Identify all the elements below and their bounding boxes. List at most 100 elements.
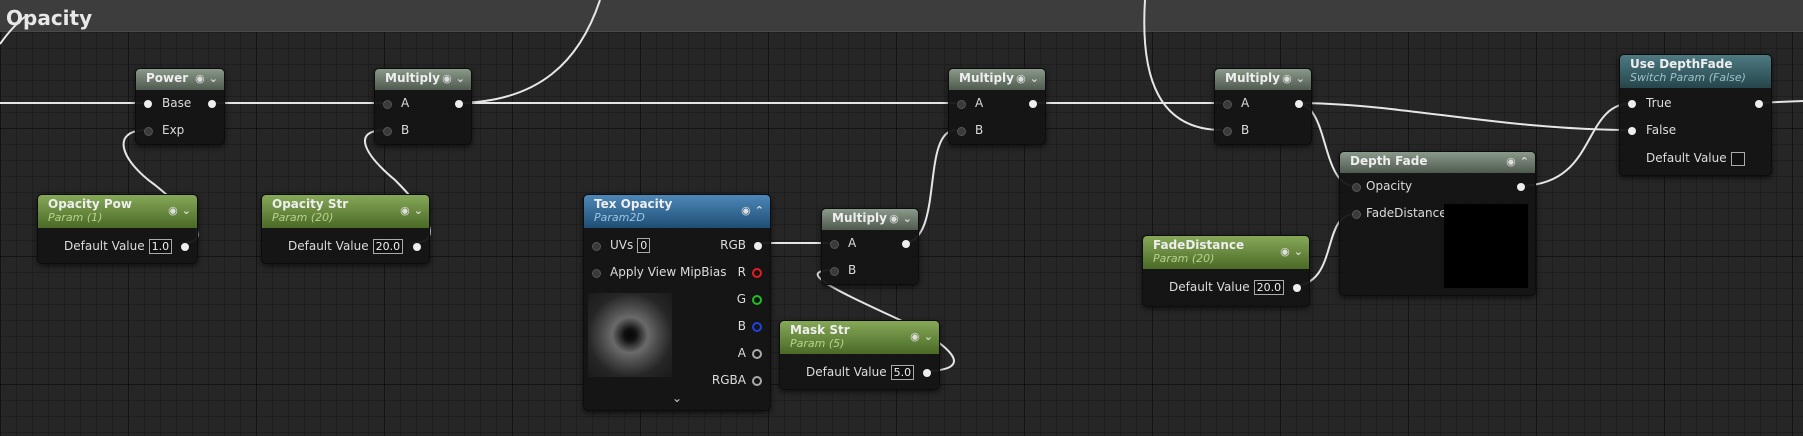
input-pin-b[interactable]: [383, 127, 392, 136]
output-pin[interactable]: [902, 240, 910, 248]
node-title: Multiply: [1225, 71, 1280, 85]
output-pin[interactable]: [1295, 100, 1303, 108]
preview-icon[interactable]: ◉: [1282, 72, 1292, 85]
output-pin-g[interactable]: [752, 295, 762, 305]
input-pin-mipbias[interactable]: [592, 269, 601, 278]
default-value-field[interactable]: 20.0: [372, 239, 404, 254]
output-pin-a[interactable]: [752, 349, 762, 359]
chevron-up-icon[interactable]: ⌃: [1520, 155, 1529, 168]
input-pin-b[interactable]: [957, 127, 966, 136]
expand-chevron-icon[interactable]: ⌄: [672, 391, 682, 405]
input-pin-uvs[interactable]: [592, 242, 601, 251]
default-value-field[interactable]: 1.0: [148, 239, 173, 254]
preview-icon[interactable]: ◉: [1280, 245, 1290, 258]
depth-fade-node[interactable]: Depth Fade ◉ ⌃ Opacity FadeDistance: [1339, 151, 1536, 296]
multiply-node-1[interactable]: Multiply ◉ ⌄ A B: [374, 68, 472, 145]
input-pin-exp[interactable]: [144, 127, 153, 136]
uvs-label: UVs: [610, 238, 634, 252]
multiply-node-header[interactable]: Multiply ◉ ⌄: [1215, 69, 1311, 90]
output-pin[interactable]: [1029, 100, 1037, 108]
output-pin-rgba[interactable]: [752, 376, 762, 386]
output-pin[interactable]: [208, 100, 216, 108]
chevron-down-icon[interactable]: ⌄: [1296, 72, 1305, 85]
param-node-header[interactable]: FadeDistance Param (20) ◉ ⌄: [1143, 236, 1309, 269]
default-value-row: Default Value 20.0: [288, 239, 404, 254]
multiply-node-header[interactable]: Multiply ◉ ⌄: [822, 209, 918, 230]
preview-icon[interactable]: ◉: [195, 72, 205, 85]
output-pin[interactable]: [413, 243, 421, 251]
preview-icon[interactable]: ◉: [910, 330, 920, 343]
preview-icon[interactable]: ◉: [400, 204, 410, 217]
power-node[interactable]: Power ◉ ⌄ Base Exp: [135, 68, 225, 145]
output-pin[interactable]: [1755, 100, 1763, 108]
param-node-header[interactable]: Mask Str Param (5) ◉ ⌄: [780, 321, 939, 354]
pin-label: A: [975, 96, 984, 110]
input-pin-a[interactable]: [383, 100, 392, 109]
default-value-row: Default Value 5.0: [806, 365, 915, 380]
output-pin-r[interactable]: [752, 268, 762, 278]
multiply-node-2[interactable]: Multiply ◉ ⌄ A B: [948, 68, 1046, 145]
output-pin[interactable]: [181, 243, 189, 251]
input-pin-opacity[interactable]: [1352, 183, 1361, 192]
use-depthfade-node[interactable]: Use DepthFade Switch Param (False) True …: [1619, 54, 1772, 176]
output-pin[interactable]: [1293, 284, 1301, 292]
node-title: Multiply: [832, 211, 887, 225]
multiply-node-header[interactable]: Multiply ◉ ⌄: [949, 69, 1045, 90]
output-label-r: R: [737, 265, 746, 279]
input-pin-false[interactable]: [1628, 127, 1636, 135]
preview-icon[interactable]: ◉: [889, 212, 899, 225]
pin-label: A: [401, 96, 410, 110]
mipbias-label: Apply View MipBias: [610, 265, 727, 279]
fade-distance-node[interactable]: FadeDistance Param (20) ◉ ⌄ Default Value…: [1142, 235, 1310, 307]
preview-icon[interactable]: ◉: [741, 204, 751, 217]
default-value-field[interactable]: 5.0: [890, 365, 915, 380]
preview-icon[interactable]: ◉: [442, 72, 452, 85]
preview-icon[interactable]: ◉: [1016, 72, 1026, 85]
mask-str-node[interactable]: Mask Str Param (5) ◉ ⌄ Default Value 5.0: [779, 320, 940, 390]
multiply-node-header[interactable]: Multiply ◉ ⌄: [375, 69, 471, 90]
multiply-node-3[interactable]: Multiply ◉ ⌄ A B: [1214, 68, 1312, 145]
input-pin-a[interactable]: [957, 100, 966, 109]
chevron-down-icon[interactable]: ⌄: [924, 330, 933, 343]
param-node-header[interactable]: Opacity Str Param (20) ◉ ⌄: [262, 195, 429, 228]
multiply-node-4[interactable]: Multiply ◉ ⌄ A B: [821, 208, 919, 285]
chevron-down-icon[interactable]: ⌄: [903, 212, 912, 225]
pin-label: Base: [162, 96, 192, 110]
input-pin-a[interactable]: [830, 240, 839, 249]
default-value-checkbox[interactable]: [1730, 151, 1745, 166]
opacity-str-node[interactable]: Opacity Str Param (20) ◉ ⌄ Default Value 2…: [261, 194, 430, 264]
chevron-down-icon[interactable]: ⌄: [414, 204, 423, 217]
output-pin[interactable]: [1517, 183, 1525, 191]
output-pin-b[interactable]: [752, 322, 762, 332]
preview-icon[interactable]: ◉: [1506, 155, 1516, 168]
output-pin[interactable]: [923, 369, 931, 377]
switch-node-header[interactable]: Use DepthFade Switch Param (False): [1620, 55, 1771, 88]
output-label-rgba: RGBA: [711, 373, 746, 387]
output-pin-rgb[interactable]: [754, 242, 762, 250]
param-node-header[interactable]: Opacity Pow Param (1) ◉ ⌄: [38, 195, 197, 228]
preview-icon[interactable]: ◉: [168, 204, 178, 217]
chevron-up-icon[interactable]: ⌃: [755, 204, 764, 217]
depth-fade-node-header[interactable]: Depth Fade ◉ ⌃: [1340, 152, 1535, 173]
default-value-field[interactable]: 20.0: [1253, 280, 1285, 295]
chevron-down-icon[interactable]: ⌄: [1030, 72, 1039, 85]
chevron-down-icon[interactable]: ⌄: [182, 204, 191, 217]
chevron-down-icon[interactable]: ⌄: [456, 72, 465, 85]
wire-mult1-up: [454, 0, 601, 104]
input-pin-b[interactable]: [1223, 127, 1232, 136]
input-pin-base[interactable]: [144, 100, 152, 108]
opacity-pow-node[interactable]: Opacity Pow Param (1) ◉ ⌄ Default Value 1.…: [37, 194, 198, 264]
pin-label: B: [975, 123, 984, 137]
chevron-down-icon[interactable]: ⌄: [1294, 245, 1303, 258]
input-pin-fadedistance[interactable]: [1352, 210, 1361, 219]
texture-node-header[interactable]: Tex Opacity Param2D ◉ ⌃: [584, 195, 770, 228]
default-value-label: Default Value: [1169, 280, 1250, 294]
input-pin-a[interactable]: [1223, 100, 1232, 109]
tex-opacity-node[interactable]: Tex Opacity Param2D ◉ ⌃ UVs 0 Apply View M…: [583, 194, 771, 411]
input-pin-true[interactable]: [1628, 100, 1636, 108]
uvs-field[interactable]: 0: [637, 238, 651, 253]
input-pin-b[interactable]: [830, 267, 839, 276]
chevron-down-icon[interactable]: ⌄: [209, 72, 218, 85]
power-node-header[interactable]: Power ◉ ⌄: [136, 69, 224, 90]
output-pin[interactable]: [455, 100, 463, 108]
